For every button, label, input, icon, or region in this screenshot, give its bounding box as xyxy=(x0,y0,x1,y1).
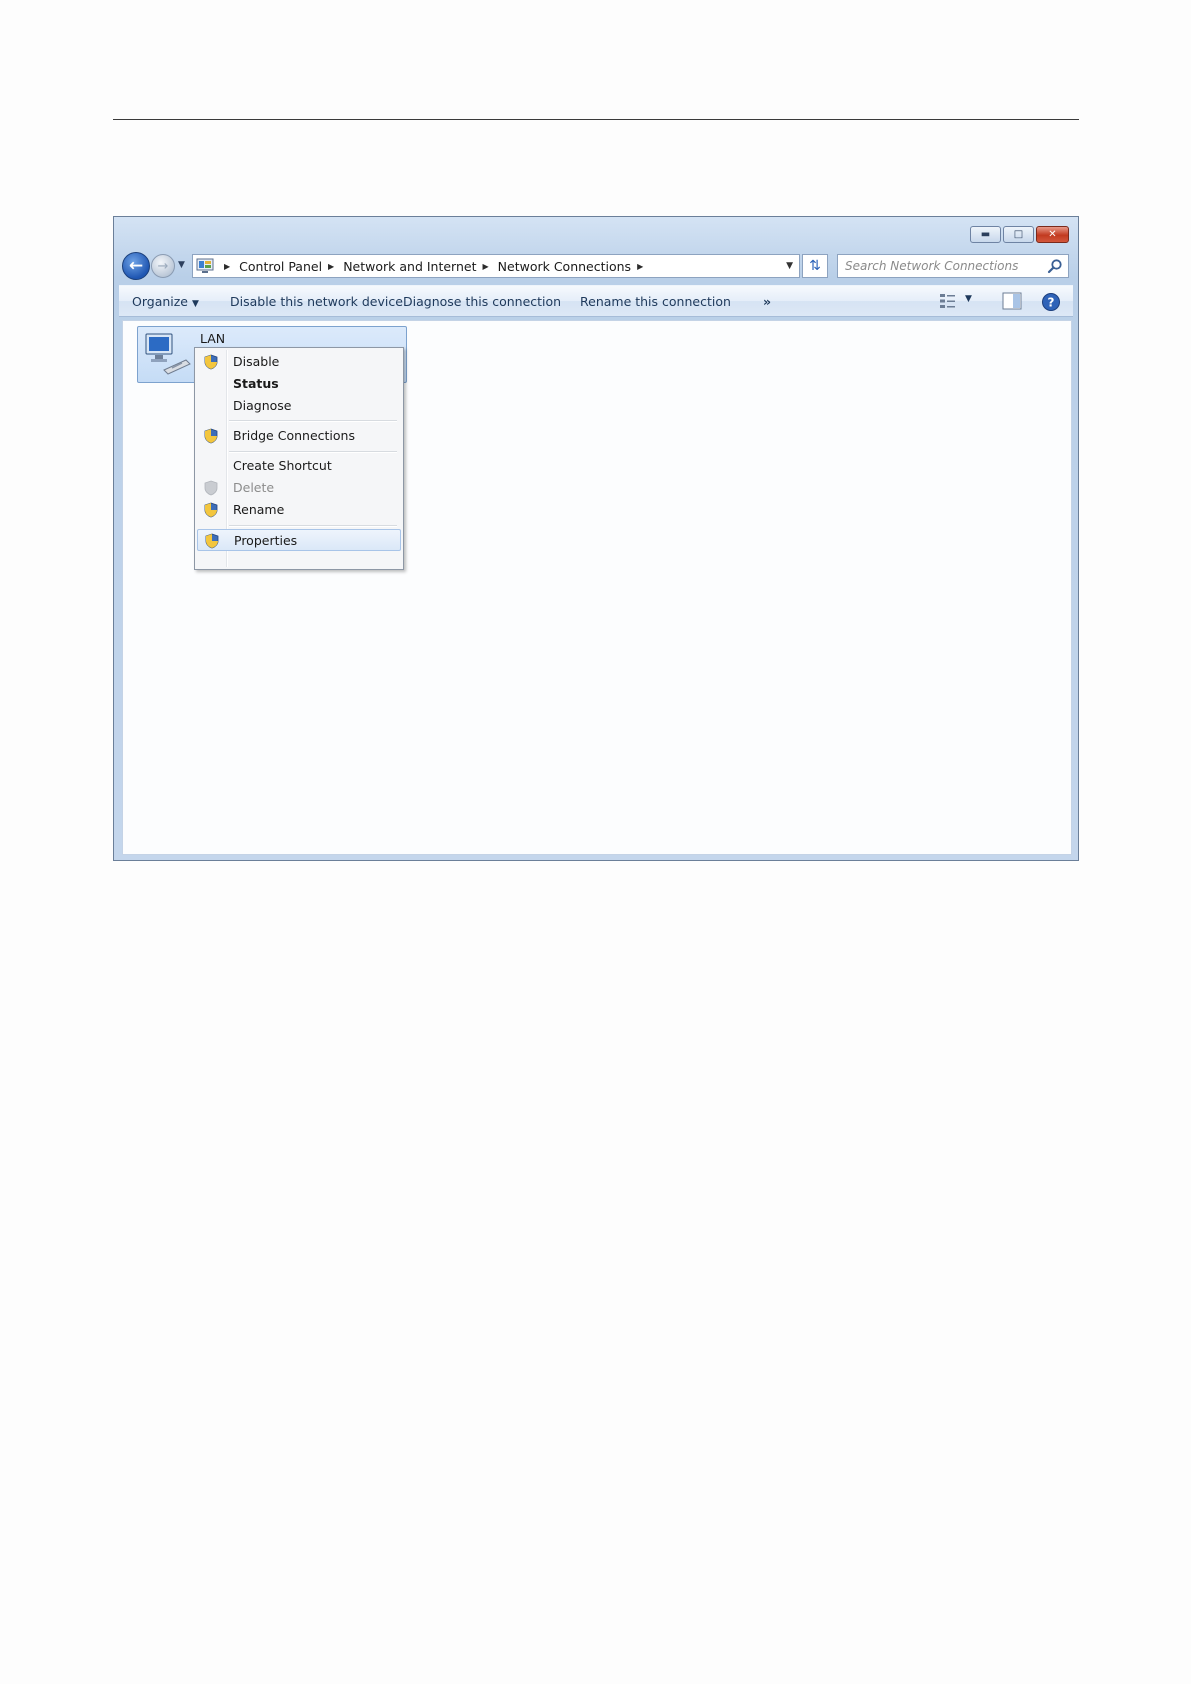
caption-buttons: ▬ □ ✕ xyxy=(970,226,1069,243)
arrow-left-icon: ← xyxy=(128,256,144,276)
breadcrumb-network-connections[interactable]: Network Connections xyxy=(498,259,631,274)
page-header-rule xyxy=(113,119,1079,120)
menu-item-label: Bridge Connections xyxy=(233,428,355,443)
menu-item-status[interactable]: Status xyxy=(197,373,401,395)
menu-item-delete[interactable]: Delete xyxy=(197,477,401,499)
uac-shield-icon xyxy=(204,354,218,370)
uac-shield-icon xyxy=(204,502,218,518)
address-dropdown-icon[interactable]: ▼ xyxy=(786,261,793,271)
search-icon[interactable] xyxy=(1047,258,1063,274)
disable-network-device-button[interactable]: Disable this network device xyxy=(230,294,403,309)
svg-text:?: ? xyxy=(1048,296,1055,310)
refresh-button[interactable]: ⇅ xyxy=(802,254,828,278)
menu-separator xyxy=(229,420,397,422)
control-panel-icon xyxy=(196,258,214,273)
menu-item-bridge-connections[interactable]: Bridge Connections xyxy=(197,425,401,447)
close-button[interactable]: ✕ xyxy=(1036,226,1069,243)
breadcrumb-control-panel[interactable]: Control Panel xyxy=(239,259,322,274)
menu-item-properties[interactable]: Properties xyxy=(197,529,401,551)
help-icon[interactable]: ? xyxy=(1041,292,1061,312)
navigation-bar: ← → ▼ ▶ Control Panel ▶ Network and Inte… xyxy=(122,252,1070,280)
menu-item-create-shortcut[interactable]: Create Shortcut xyxy=(197,455,401,477)
menu-item-label: Create Shortcut xyxy=(233,458,332,473)
uac-shield-icon xyxy=(204,480,218,496)
change-view-icon[interactable] xyxy=(939,292,957,310)
menu-item-disable[interactable]: Disable xyxy=(197,351,401,373)
forward-button[interactable]: → xyxy=(151,254,175,278)
breadcrumb-separator-icon[interactable]: ▶ xyxy=(328,262,334,271)
breadcrumb-separator-icon[interactable]: ▶ xyxy=(224,262,230,271)
organize-menu-button[interactable]: Organize ▼ xyxy=(132,294,199,309)
breadcrumb-network-and-internet[interactable]: Network and Internet xyxy=(343,259,476,274)
context-menu: Disable Status Diagnose Bridge Connectio… xyxy=(194,347,404,570)
chevron-down-icon: ▼ xyxy=(191,299,199,309)
search-input[interactable] xyxy=(845,256,1035,276)
preview-pane-icon[interactable] xyxy=(1002,292,1022,310)
breadcrumb-separator-icon[interactable]: ▶ xyxy=(483,262,489,271)
minimize-button[interactable]: ▬ xyxy=(970,226,1001,243)
uac-shield-icon xyxy=(205,533,219,549)
menu-item-label: Diagnose xyxy=(233,398,292,413)
uac-shield-icon xyxy=(204,428,218,444)
search-box xyxy=(837,254,1069,278)
more-commands-button[interactable]: » xyxy=(763,294,771,309)
menu-item-label: Properties xyxy=(234,533,298,548)
rename-connection-button[interactable]: Rename this connection xyxy=(580,294,731,309)
diagnose-connection-button[interactable]: Diagnose this connection xyxy=(403,294,561,309)
refresh-icon: ⇅ xyxy=(809,258,821,274)
connection-name: LAN xyxy=(200,331,226,346)
menu-separator xyxy=(229,525,397,527)
address-bar[interactable]: ▶ Control Panel ▶ Network and Internet ▶… xyxy=(192,254,800,278)
arrow-right-icon: → xyxy=(157,258,169,274)
command-bar: Organize ▼ Disable this network device D… xyxy=(119,285,1073,317)
menu-item-label: Rename xyxy=(233,502,285,517)
network-adapter-icon xyxy=(145,333,191,375)
menu-item-label: Status xyxy=(233,376,279,391)
menu-item-label: Delete xyxy=(233,480,275,495)
menu-item-label: Disable xyxy=(233,354,280,369)
recent-pages-dropdown[interactable]: ▼ xyxy=(178,260,185,270)
view-options-dropdown-icon[interactable]: ▼ xyxy=(965,294,972,304)
maximize-button[interactable]: □ xyxy=(1003,226,1034,243)
menu-separator xyxy=(229,451,397,453)
menu-item-diagnose[interactable]: Diagnose xyxy=(197,395,401,417)
back-button[interactable]: ← xyxy=(122,252,150,280)
menu-item-rename[interactable]: Rename xyxy=(197,499,401,521)
organize-label: Organize xyxy=(132,294,188,309)
breadcrumb-separator-icon[interactable]: ▶ xyxy=(637,262,643,271)
